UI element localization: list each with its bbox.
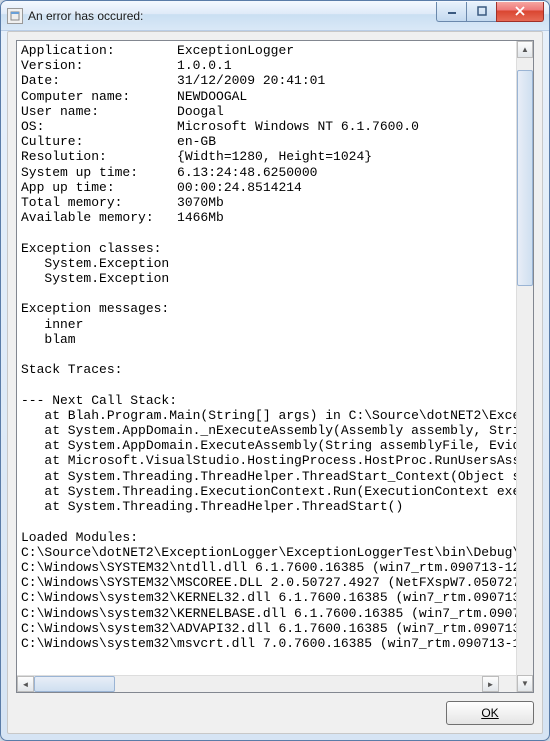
titlebar[interactable]: An error has occured: — [1, 1, 549, 31]
scroll-up-button[interactable]: ▲ — [517, 41, 533, 58]
error-text-content[interactable]: Application: ExceptionLogger Version: 1.… — [17, 41, 516, 675]
minimize-icon — [447, 6, 457, 16]
scroll-right-button[interactable]: ► — [482, 676, 499, 692]
maximize-button[interactable] — [466, 2, 496, 22]
v-scroll-thumb[interactable] — [517, 70, 533, 286]
error-dialog-window: An error has occured: Application: Excep… — [0, 0, 550, 741]
v-scroll-track[interactable] — [517, 58, 533, 675]
scroll-down-button[interactable]: ▼ — [517, 675, 533, 692]
vertical-scrollbar[interactable]: ▲ ▼ — [516, 41, 533, 692]
app-icon — [7, 8, 23, 24]
h-scroll-track[interactable] — [34, 676, 482, 692]
maximize-icon — [477, 6, 487, 16]
h-scroll-thumb[interactable] — [34, 676, 115, 692]
dialog-button-row: OK — [16, 693, 534, 725]
minimize-button[interactable] — [436, 2, 466, 22]
client-area: Application: ExceptionLogger Version: 1.… — [7, 31, 543, 734]
scroll-left-button[interactable]: ◄ — [17, 676, 34, 692]
close-icon — [514, 6, 526, 16]
scrollbar-corner — [499, 676, 516, 692]
window-controls — [436, 2, 544, 22]
window-title: An error has occured: — [28, 9, 436, 23]
close-button[interactable] — [496, 2, 544, 22]
ok-button[interactable]: OK — [446, 701, 534, 725]
horizontal-scrollbar[interactable]: ◄ ► — [17, 675, 516, 692]
error-text-area[interactable]: Application: ExceptionLogger Version: 1.… — [16, 40, 534, 693]
